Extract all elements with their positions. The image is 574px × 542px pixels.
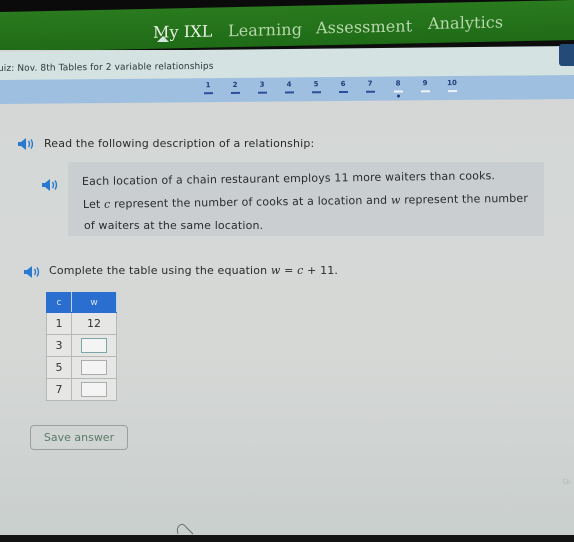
mouse-cursor-icon	[176, 523, 194, 535]
cell-c: 7	[46, 378, 72, 401]
table-row: 3	[46, 334, 117, 357]
answered-indicator	[338, 90, 348, 94]
answered-indicator	[230, 91, 240, 94]
cell-w	[71, 378, 117, 401]
cell-w	[71, 356, 117, 379]
question-link-8[interactable]: 8	[389, 79, 407, 98]
answered-indicator	[311, 91, 321, 94]
table-row: 1 12	[46, 312, 117, 335]
text-segment: represent the number	[400, 191, 529, 207]
question-link-9[interactable]: 9	[416, 79, 434, 93]
variable-w: w	[390, 193, 401, 207]
question-navigator: 1 2 3 4 5 6 7 8 9 10	[0, 74, 574, 104]
text-segment: =	[280, 264, 298, 277]
question-link-2[interactable]: 2	[226, 81, 244, 94]
nav-assessment[interactable]: Assessment	[316, 16, 412, 37]
question-number: 5	[313, 80, 319, 89]
answered-indicator	[284, 91, 294, 94]
text-segment: + 11.	[303, 264, 339, 277]
text-segment: Let	[82, 197, 105, 211]
cell-c: 5	[46, 356, 72, 379]
question-number: 2	[232, 80, 238, 89]
description-line-3: of waiters at the same location.	[84, 219, 264, 232]
answer-input-w[interactable]	[81, 382, 107, 397]
question-link-7[interactable]: 7	[361, 80, 379, 93]
nav-analytics[interactable]: Analytics	[428, 12, 503, 33]
bottom-bezel	[0, 535, 574, 542]
unanswered-indicator	[447, 90, 457, 93]
text-segment: Complete the table using the equation	[49, 264, 271, 277]
question-number: 6	[340, 79, 346, 89]
question-number: 3	[259, 80, 265, 89]
active-nav-indicator	[157, 36, 169, 42]
question-number: 9	[422, 79, 428, 88]
nav-learning[interactable]: Learning	[228, 20, 302, 41]
question-number: 7	[367, 79, 373, 88]
cell-w: 12	[71, 312, 117, 335]
answer-input-w[interactable]	[81, 338, 107, 353]
faint-corner-text: Sk	[562, 478, 571, 486]
cell-c: 1	[46, 312, 72, 335]
answer-input-w[interactable]	[81, 360, 107, 375]
question-number: 4	[286, 80, 292, 89]
quiz-title: uiz: Nov. 8th Tables for 2 variable rela…	[0, 61, 214, 75]
header-c: c	[46, 292, 72, 313]
question-link-4[interactable]: 4	[280, 80, 298, 94]
question-link-10[interactable]: 10	[443, 79, 461, 93]
question-number: 8	[395, 79, 401, 88]
corner-button[interactable]	[559, 44, 574, 66]
answered-indicator	[203, 92, 213, 95]
current-indicator	[393, 90, 403, 93]
current-dot	[396, 94, 400, 98]
cell-c: 3	[46, 334, 72, 357]
answered-indicator	[257, 91, 267, 94]
question-link-1[interactable]: 1	[199, 81, 217, 95]
question-number: 1	[205, 81, 211, 90]
table-row: 7	[46, 378, 117, 401]
answered-indicator	[365, 90, 375, 93]
instruction-text: Complete the table using the equation w …	[49, 264, 338, 277]
table-row: 5	[46, 356, 117, 379]
speaker-icon[interactable]	[42, 179, 59, 191]
speaker-icon[interactable]	[18, 138, 35, 150]
save-answer-button[interactable]: Save answer	[30, 425, 128, 450]
question-link-5[interactable]: 5	[307, 80, 325, 94]
header-w: w	[71, 292, 117, 313]
unanswered-indicator	[420, 90, 430, 93]
question-link-3[interactable]: 3	[253, 81, 271, 94]
speaker-icon[interactable]	[24, 266, 41, 278]
answer-table: c w 1 12 3 5 7	[46, 292, 117, 401]
cell-w	[71, 334, 117, 357]
question-link-6[interactable]: 6	[334, 79, 352, 94]
table-header-row: c w	[46, 292, 117, 313]
intro-text: Read the following description of a rela…	[44, 137, 315, 150]
question-number: 10	[447, 79, 457, 88]
